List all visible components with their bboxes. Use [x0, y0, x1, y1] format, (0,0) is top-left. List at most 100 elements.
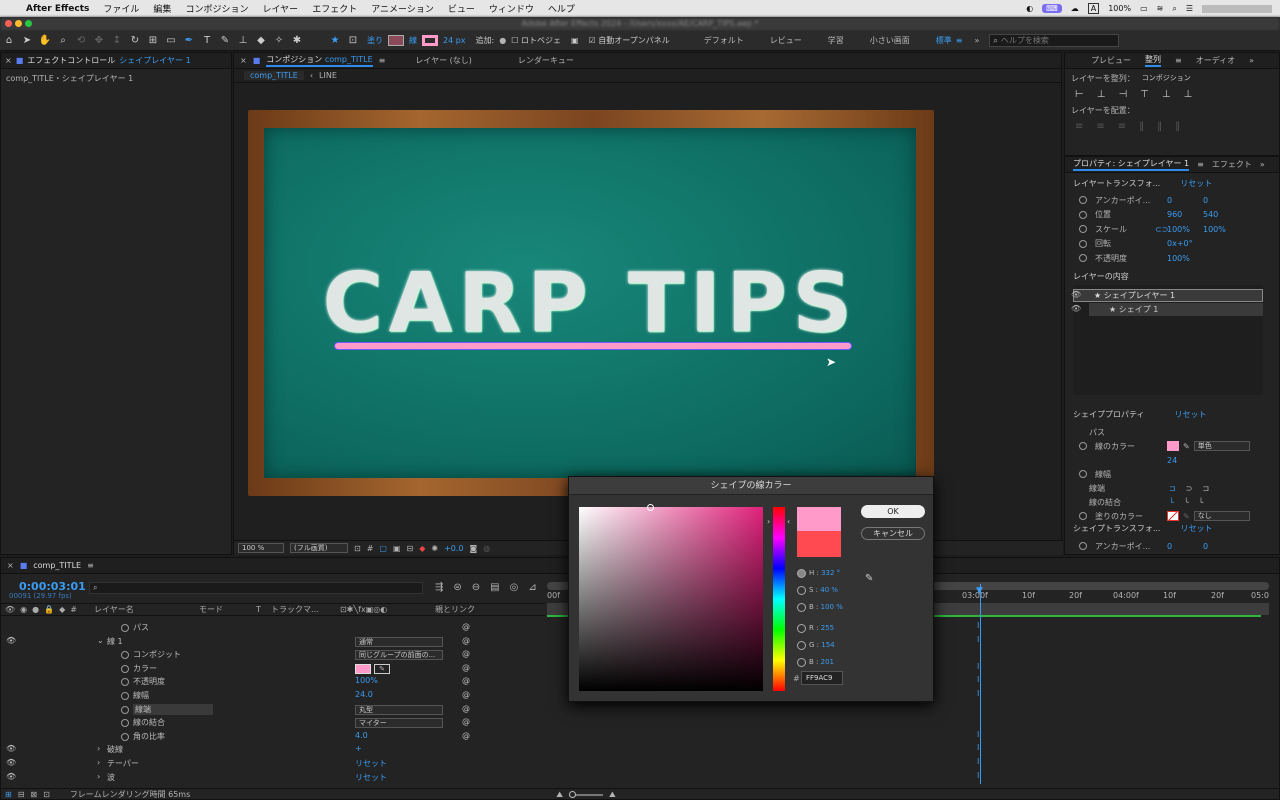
- zoom-out-icon[interactable]: ⛰: [556, 790, 563, 800]
- eye-col-icon[interactable]: 👁: [5, 605, 15, 614]
- hand-tool-icon[interactable]: ✋: [36, 35, 54, 46]
- join-bevel-icon[interactable]: └: [1199, 498, 1204, 507]
- effect-layer-tab[interactable]: シェイプレイヤー 1: [119, 55, 190, 66]
- rotobezier-checkbox[interactable]: ☐ ロトベジェ: [511, 35, 561, 46]
- pickwhip-icon[interactable]: @: [462, 636, 470, 645]
- mode-col[interactable]: モード: [199, 604, 251, 615]
- timeline-row[interactable]: コンポジット 同じグループの前面の... @: [1, 649, 545, 662]
- row-eye-icon[interactable]: 👁: [6, 636, 16, 645]
- keyframe-marker[interactable]: I: [977, 689, 979, 698]
- align-top-icon[interactable]: ⊤: [1140, 89, 1149, 100]
- keyframe-marker[interactable]: I: [977, 621, 979, 630]
- blue-value[interactable]: 201: [821, 658, 834, 666]
- transform-row-value2[interactable]: 0: [1203, 196, 1208, 205]
- motion-blur-icon[interactable]: ◎: [510, 582, 519, 593]
- composition-tab[interactable]: コンポジション comp_TITLE: [266, 54, 373, 67]
- align-left-icon[interactable]: ⊢: [1075, 89, 1084, 100]
- puppet-tool-icon[interactable]: ✱: [288, 35, 306, 46]
- row-value[interactable]: リセット: [355, 772, 387, 783]
- color-picker-handle[interactable]: [647, 504, 654, 511]
- comp-mini-flow-icon[interactable]: ⇶: [435, 582, 443, 593]
- stopwatch-icon[interactable]: [1079, 254, 1087, 262]
- pickwhip-icon[interactable]: @: [462, 717, 470, 726]
- effect-controls-tab[interactable]: エフェクトコントロール: [27, 55, 115, 66]
- stroke-width-value[interactable]: 24 px: [443, 36, 466, 45]
- row-eye-icon[interactable]: 👁: [6, 758, 16, 767]
- menu-effect[interactable]: エフェクト: [312, 2, 357, 15]
- star-icon[interactable]: ★: [326, 35, 344, 46]
- stroke-label[interactable]: 線: [409, 35, 417, 46]
- pickwhip-icon[interactable]: @: [462, 663, 470, 672]
- keyframe-marker[interactable]: I: [977, 635, 979, 644]
- comp-subtab-title[interactable]: comp_TITLE: [244, 71, 304, 80]
- row-value[interactable]: 4.0: [355, 731, 368, 740]
- draft-3d-icon[interactable]: ⊜: [453, 582, 461, 593]
- workspace-menu-icon[interactable]: ≡: [956, 36, 963, 45]
- timeline-row[interactable]: 不透明度 100% @: [1, 676, 545, 689]
- keyframe-marker[interactable]: I: [977, 730, 979, 739]
- stopwatch-icon[interactable]: [121, 732, 129, 741]
- tree-layer-item[interactable]: ★ シェイプレイヤー 1: [1073, 289, 1263, 302]
- pan-behind-tool-icon[interactable]: ⊞: [144, 35, 162, 46]
- join-round-icon[interactable]: ╰: [1184, 498, 1189, 507]
- control-center-icon[interactable]: ☰: [1186, 4, 1193, 13]
- stopwatch-icon[interactable]: [1079, 512, 1087, 520]
- orbit-tool-icon[interactable]: ⟲: [72, 35, 90, 46]
- workspace-standard[interactable]: 標準: [936, 35, 952, 46]
- color-channel-icon[interactable]: ◆: [419, 544, 425, 553]
- stroke-color-swatch[interactable]: [1167, 441, 1179, 451]
- transform-row-value1[interactable]: 0: [1167, 196, 1203, 205]
- cancel-button[interactable]: キャンセル: [861, 527, 925, 540]
- stopwatch-icon[interactable]: [1079, 470, 1087, 478]
- stopwatch-icon[interactable]: [1079, 225, 1087, 233]
- transform-row-value2[interactable]: 540: [1203, 210, 1218, 219]
- prop-overflow-icon[interactable]: »: [1260, 160, 1265, 169]
- menu-window[interactable]: ウィンドウ: [489, 2, 534, 15]
- eraser-tool-icon[interactable]: ◆: [252, 35, 270, 46]
- close-comp-tab-icon[interactable]: ×: [240, 56, 247, 65]
- preview-tab[interactable]: プレビュー: [1091, 55, 1131, 66]
- grid-icon[interactable]: #: [367, 544, 374, 553]
- exposure-icon[interactable]: ✺: [431, 544, 438, 553]
- pickwhip-icon[interactable]: @: [462, 622, 470, 631]
- add-dropdown-icon[interactable]: ●: [499, 36, 506, 45]
- link-icon[interactable]: ⊂⊃: [1155, 225, 1168, 234]
- footer-icon-1[interactable]: ⊞: [5, 790, 12, 799]
- saturation-radio[interactable]: [797, 585, 806, 595]
- fill-swatch[interactable]: [388, 35, 404, 46]
- stopwatch-icon[interactable]: [121, 678, 129, 687]
- playhead[interactable]: [980, 584, 981, 784]
- row-select[interactable]: 同じグループの前面の...: [355, 650, 443, 661]
- green-radio[interactable]: [797, 640, 806, 650]
- graph-editor-icon[interactable]: ⊿: [528, 582, 536, 593]
- fill-label[interactable]: 塗り: [367, 35, 383, 46]
- footer-icon-4[interactable]: ⊡: [43, 790, 50, 799]
- dist-4-icon[interactable]: ‖: [1139, 121, 1144, 132]
- pickwhip-icon[interactable]: @: [462, 649, 470, 658]
- menu-help[interactable]: ヘルプ: [548, 2, 575, 15]
- anchor2-y[interactable]: 0: [1203, 542, 1208, 551]
- twirl-icon[interactable]: ›: [97, 758, 100, 767]
- workspace-overflow-icon[interactable]: »: [974, 36, 979, 45]
- row-value[interactable]: リセット: [355, 758, 387, 769]
- overflow-icon[interactable]: »: [1249, 56, 1254, 65]
- workspace-small[interactable]: 小さい画面: [870, 35, 910, 46]
- switches-col[interactable]: ⊡✱╲fx▣◎◐: [340, 605, 430, 614]
- stopwatch-icon[interactable]: [121, 705, 129, 714]
- menu-edit[interactable]: 編集: [153, 2, 171, 15]
- cap-butt-icon[interactable]: ⊐: [1169, 484, 1176, 493]
- visibility-eye-icon[interactable]: 👁: [1071, 290, 1081, 299]
- keyframe-marker[interactable]: I: [977, 743, 979, 752]
- battery-icon[interactable]: ▭: [1140, 4, 1148, 13]
- ok-button[interactable]: OK: [861, 505, 925, 518]
- timeline-row[interactable]: パス @: [1, 622, 545, 635]
- menu-animation[interactable]: アニメーション: [371, 2, 434, 15]
- status-icon[interactable]: ◐: [1026, 4, 1033, 13]
- menu-composition[interactable]: コンポジション: [185, 2, 248, 15]
- layer-name-col[interactable]: レイヤー名: [94, 604, 194, 615]
- keyframe-marker[interactable]: I: [977, 757, 979, 766]
- pink-underline-shape[interactable]: [334, 342, 852, 350]
- shape-props-reset[interactable]: リセット: [1175, 409, 1207, 420]
- red-radio[interactable]: [797, 623, 806, 633]
- brush-tool-icon[interactable]: ✎: [216, 35, 234, 46]
